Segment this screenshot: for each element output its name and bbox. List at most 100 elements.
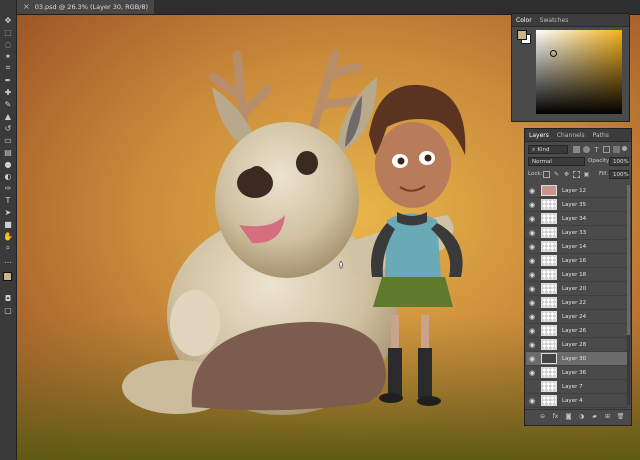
type-tool-icon[interactable]: T xyxy=(2,194,14,206)
dodge-tool-icon[interactable]: ◐ xyxy=(2,170,14,182)
eye-icon[interactable]: ◉ xyxy=(526,254,538,267)
layer-row[interactable]: ◉ Layer 4 xyxy=(526,394,629,408)
foreground-color-swatch[interactable] xyxy=(517,30,527,40)
lock-artboard-icon[interactable] xyxy=(573,171,580,178)
zoom-tool-icon[interactable]: ⌕ xyxy=(2,242,14,254)
tab-swatches[interactable]: Swatches xyxy=(540,17,569,24)
brush-tool-icon[interactable]: ✎ xyxy=(2,98,14,110)
link-layers-icon[interactable]: ⊖ xyxy=(539,413,546,420)
eye-icon[interactable]: ◉ xyxy=(526,310,538,323)
eye-icon[interactable]: ◉ xyxy=(526,394,538,407)
layer-filter-dropdown[interactable]: ⌕ Kind xyxy=(528,145,568,154)
layer-thumbnail[interactable] xyxy=(541,339,557,350)
new-layer-icon[interactable]: ⊞ xyxy=(604,413,611,420)
tab-color[interactable]: Color xyxy=(516,17,532,24)
lock-position-icon[interactable]: ✥ xyxy=(563,171,570,178)
layers-scrollbar[interactable] xyxy=(627,185,630,405)
gradient-tool-icon[interactable]: ▤ xyxy=(2,146,14,158)
layer-row[interactable]: ◉ Layer 24 xyxy=(526,310,629,324)
layer-thumbnail[interactable] xyxy=(541,199,557,210)
eye-icon[interactable]: ◉ xyxy=(526,296,538,309)
add-mask-icon[interactable]: ◙ xyxy=(565,413,572,420)
eye-icon[interactable]: ◉ xyxy=(526,226,538,239)
layer-row[interactable]: ◉ Layer 20 xyxy=(526,282,629,296)
close-tab-icon[interactable]: × xyxy=(23,3,30,11)
filter-type-icon[interactable]: T xyxy=(593,146,600,154)
layer-thumbnail[interactable] xyxy=(541,395,557,406)
eye-icon[interactable]: ◉ xyxy=(526,282,538,295)
eye-icon[interactable]: ◉ xyxy=(526,212,538,225)
layer-thumbnail[interactable] xyxy=(541,367,557,378)
eye-icon[interactable]: ◉ xyxy=(526,366,538,379)
blur-tool-icon[interactable]: ● xyxy=(2,158,14,170)
layer-row[interactable]: ◉ Layer 22 xyxy=(526,296,629,310)
layer-thumbnail[interactable] xyxy=(541,381,557,392)
layer-row[interactable]: Layer 7 xyxy=(526,380,629,394)
layer-row[interactable]: ◉ Layer 18 xyxy=(526,268,629,282)
eye-icon[interactable]: ◉ xyxy=(526,338,538,351)
filter-pixel-icon[interactable] xyxy=(573,146,580,153)
layer-row[interactable]: ◉ Layer 36 xyxy=(526,366,629,380)
layer-thumbnail[interactable] xyxy=(541,353,557,364)
layer-row[interactable]: ◉ Layer 12 xyxy=(526,184,629,198)
filter-smart-object-icon[interactable] xyxy=(613,146,620,153)
pen-tool-icon[interactable]: ✑ xyxy=(2,182,14,194)
layer-row[interactable]: ◉ Layer 34 xyxy=(526,212,629,226)
document-tab[interactable]: × 03.psd @ 26.3% (Layer 30, RGB/8) xyxy=(17,0,155,14)
eraser-icon[interactable]: ▭ xyxy=(2,134,14,146)
lasso-tool-icon[interactable]: ◌ xyxy=(2,38,14,50)
layer-row[interactable]: ◉ Layer 16 xyxy=(526,254,629,268)
eye-icon[interactable]: ◉ xyxy=(526,198,538,211)
fx-icon[interactable]: fx xyxy=(552,413,559,420)
quick-mask-icon[interactable]: ◘ xyxy=(2,292,14,304)
color-field[interactable] xyxy=(536,30,622,114)
opacity-input[interactable]: 100% xyxy=(609,157,629,166)
delete-layer-icon[interactable]: 🗑 xyxy=(617,413,625,420)
more-tools-icon[interactable]: … xyxy=(2,254,14,266)
screen-mode-icon[interactable]: ▢ xyxy=(2,304,14,316)
layer-row[interactable]: ◉ Layer 26 xyxy=(526,324,629,338)
filter-toggle-icon[interactable] xyxy=(622,146,627,151)
magic-wand-icon[interactable]: ✶ xyxy=(2,50,14,62)
path-selection-icon[interactable]: ➤ xyxy=(2,206,14,218)
layer-row[interactable]: ◉ Layer 33 xyxy=(526,226,629,240)
layer-thumbnail[interactable] xyxy=(541,311,557,322)
fill-input[interactable]: 100% xyxy=(609,170,629,179)
lock-transparency-icon[interactable] xyxy=(543,171,550,178)
eye-icon[interactable]: ◉ xyxy=(526,240,538,253)
shape-tool-icon[interactable]: ■ xyxy=(2,218,14,230)
filter-shape-icon[interactable] xyxy=(603,146,610,153)
layer-row[interactable]: ◉ Layer 28 xyxy=(526,338,629,352)
blend-mode-select[interactable]: Normal xyxy=(528,157,585,166)
filter-adjustment-icon[interactable] xyxy=(583,146,590,153)
eye-icon[interactable]: ◉ xyxy=(526,268,538,281)
lock-pixels-icon[interactable]: ✎ xyxy=(553,171,560,178)
layer-thumbnail[interactable] xyxy=(541,297,557,308)
layer-thumbnail[interactable] xyxy=(541,213,557,224)
tab-channels[interactable]: Channels xyxy=(557,132,585,139)
eye-icon[interactable]: ◉ xyxy=(526,352,538,365)
layer-thumbnail[interactable] xyxy=(541,185,557,196)
layers-scrollbar-thumb[interactable] xyxy=(627,185,630,335)
crop-tool-icon[interactable]: ⌗ xyxy=(2,62,14,74)
clone-stamp-icon[interactable]: ▲ xyxy=(2,110,14,122)
eyedropper-icon[interactable]: ✒ xyxy=(2,74,14,86)
eye-icon[interactable]: ◉ xyxy=(526,324,538,337)
healing-brush-icon[interactable]: ✚ xyxy=(2,86,14,98)
layer-thumbnail[interactable] xyxy=(541,241,557,252)
layer-row[interactable]: ◉ Layer 35 xyxy=(526,198,629,212)
history-brush-icon[interactable]: ↺ xyxy=(2,122,14,134)
layer-thumbnail[interactable] xyxy=(541,283,557,294)
eye-icon[interactable]: ◉ xyxy=(526,184,538,197)
layer-thumbnail[interactable] xyxy=(541,269,557,280)
tab-paths[interactable]: Paths xyxy=(593,132,609,139)
layer-thumbnail[interactable] xyxy=(541,255,557,266)
eye-icon[interactable] xyxy=(526,380,538,393)
foreground-color-swatch-toolbar[interactable] xyxy=(3,272,12,281)
color-picker-marker[interactable] xyxy=(550,50,557,57)
layer-thumbnail[interactable] xyxy=(541,227,557,238)
layer-row[interactable]: ◉ Layer 30 xyxy=(526,352,629,366)
hand-tool-icon[interactable]: ✋ xyxy=(2,230,14,242)
lock-all-icon[interactable]: ▣ xyxy=(583,171,590,178)
layer-row[interactable]: ◉ Layer 14 xyxy=(526,240,629,254)
